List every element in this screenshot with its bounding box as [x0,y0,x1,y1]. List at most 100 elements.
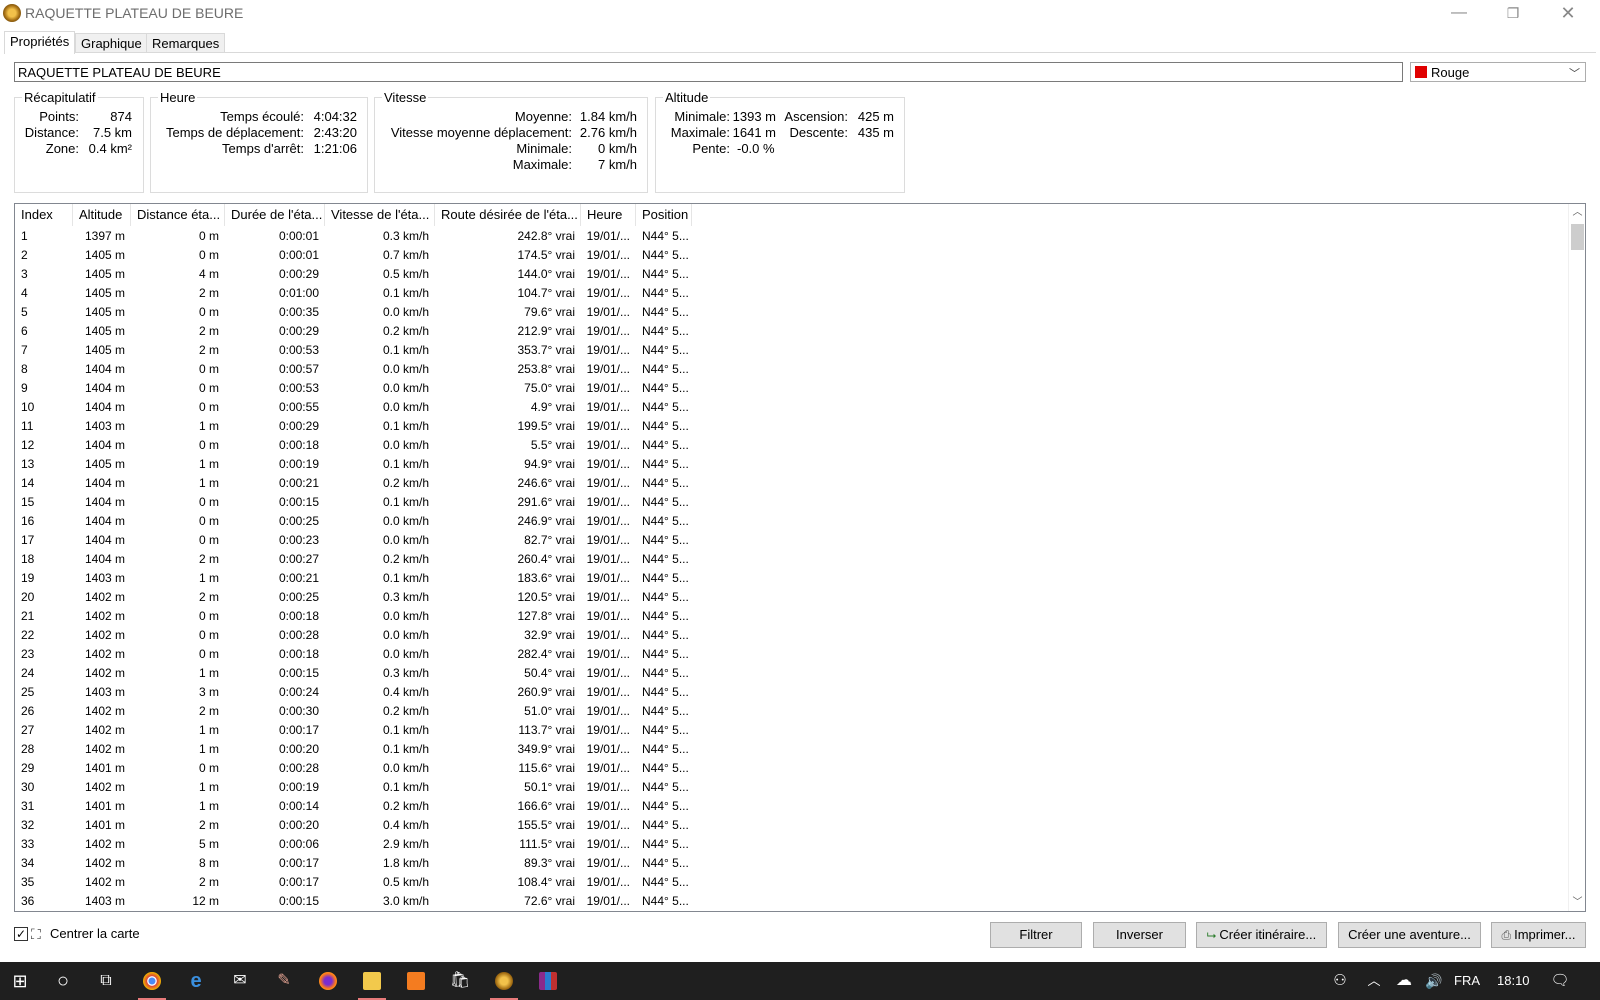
file-explorer-icon[interactable] [352,962,392,1000]
notification-icon[interactable]: 🗨 [1540,962,1580,1000]
table-row[interactable]: 24 1402 m 1 m 0:00:15 0.3 km/h 50.4° vrai 19/0… [15,664,1563,683]
tab-remarks[interactable]: Remarques [146,33,226,53]
scroll-thumb[interactable] [1571,224,1584,250]
filter-button[interactable]: Filtrer [990,922,1082,948]
windows-start-icon[interactable]: ⊞ [0,962,40,1000]
cell-duration: 0:00:01 [278,229,319,243]
cell-distance: 1 m [198,571,219,585]
color-select[interactable]: Rouge ﹀ [1410,62,1586,82]
taskbar: ⊞ ○ ⧉ e ✉ ✎ 🛍 ⚇ ︿ ☁ 🔊 FRA 18:10 🗨 [0,962,1600,1000]
table-row[interactable]: 10 1404 m 0 m 0:00:55 0.0 km/h 4.9° vrai 19/01… [15,398,1563,417]
cell-position: N44° 5... [642,666,689,680]
cell-index: 24 [21,666,35,680]
table-row[interactable]: 12 1404 m 0 m 0:00:18 0.0 km/h 5.5° vrai 19/01… [15,436,1563,455]
table-row[interactable]: 14 1404 m 1 m 0:00:21 0.2 km/h 246.6° vrai 19/… [15,474,1563,493]
scroll-down-icon[interactable]: ﹀ [1569,894,1585,911]
table-row[interactable]: 6 1405 m 2 m 0:00:29 0.2 km/h 212.9° vrai 19/0… [15,322,1563,341]
cortana-icon[interactable]: ○ [43,962,83,1000]
table-row[interactable]: 23 1402 m 0 m 0:00:18 0.0 km/h 282.4° vrai 19/… [15,645,1563,664]
cell-altitude: 1402 m [84,723,125,737]
basecamp-icon[interactable] [484,962,524,1000]
table-row[interactable]: 32 1401 m 2 m 0:00:20 0.4 km/h 155.5° vrai 19/… [15,816,1563,835]
table-row[interactable]: 5 1405 m 0 m 0:00:35 0.0 km/h 79.6° vrai 19/01… [15,303,1563,322]
table-row[interactable]: 19 1403 m 1 m 0:00:21 0.1 km/h 183.6° vrai 19/… [15,569,1563,588]
close-button[interactable]: ✕ [1545,0,1591,28]
invert-button[interactable]: Inverser [1093,922,1186,948]
table-row[interactable]: 34 1402 m 8 m 0:00:17 1.8 km/h 89.3° vrai 19/0… [15,854,1563,873]
clock[interactable]: 18:10 [1497,962,1530,1000]
column-header-speed[interactable]: Vitesse de l'éta... [325,204,435,226]
table-row[interactable]: 11 1403 m 1 m 0:00:29 0.1 km/h 199.5° vrai 19/… [15,417,1563,436]
cell-index: 28 [21,742,35,756]
store-icon[interactable]: 🛍 [440,962,480,1000]
cell-index: 33 [21,837,35,851]
minimize-button[interactable]: — [1436,0,1482,28]
center-map-checkbox[interactable]: ✓ [14,927,28,941]
cell-speed: 0.0 km/h [382,362,429,376]
paint-icon[interactable]: ✎ [264,962,304,1000]
table-row[interactable]: 21 1402 m 0 m 0:00:18 0.0 km/h 127.8° vrai 19/… [15,607,1563,626]
table-row[interactable]: 9 1404 m 0 m 0:00:53 0.0 km/h 75.0° vrai 19/01… [15,379,1563,398]
table-row[interactable]: 28 1402 m 1 m 0:00:20 0.1 km/h 349.9° vrai 19/… [15,740,1563,759]
cell-position: N44° 5... [642,381,689,395]
column-header-position[interactable]: Position [636,204,692,226]
language-indicator[interactable]: FRA [1454,962,1480,1000]
table-row[interactable]: 35 1402 m 2 m 0:00:17 0.5 km/h 108.4° vrai 19/… [15,873,1563,892]
vertical-scrollbar[interactable]: ︿ ﹀ [1568,204,1585,911]
cell-distance: 2 m [198,875,219,889]
chrome-icon[interactable] [132,962,172,1000]
cell-position: N44° 5... [642,704,689,718]
table-row[interactable]: 3 1405 m 4 m 0:00:29 0.5 km/h 144.0° vrai 19/0… [15,265,1563,284]
create-route-button[interactable]: ⮡ Créer itinéraire... [1196,922,1327,948]
column-header-time[interactable]: Heure [581,204,636,226]
table-row[interactable]: 8 1404 m 0 m 0:00:57 0.0 km/h 253.8° vrai 19/0… [15,360,1563,379]
print-button[interactable]: ⎙ Imprimer... [1491,922,1586,948]
cell-speed: 0.5 km/h [382,267,429,281]
scroll-up-icon[interactable]: ︿ [1569,204,1585,221]
column-header-duration[interactable]: Durée de l'éta... [225,204,325,226]
cell-duration: 0:00:27 [278,552,319,566]
table-row[interactable]: 16 1404 m 0 m 0:00:25 0.0 km/h 246.9° vrai 19/… [15,512,1563,531]
restore-button[interactable]: ❐ [1490,0,1536,28]
column-header-distance[interactable]: Distance éta... [131,204,225,226]
table-row[interactable]: 25 1403 m 3 m 0:00:24 0.4 km/h 260.9° vrai 19/… [15,683,1563,702]
table-row[interactable]: 17 1404 m 0 m 0:00:23 0.0 km/h 82.7° vrai 19/0… [15,531,1563,550]
table-row[interactable]: 30 1402 m 1 m 0:00:19 0.1 km/h 50.1° vrai 19/0… [15,778,1563,797]
table-row[interactable]: 1 1397 m 0 m 0:00:01 0.3 km/h 242.8° vrai 19/0… [15,227,1563,246]
table-row[interactable]: 4 1405 m 2 m 0:01:00 0.1 km/h 104.7° vrai 19/0… [15,284,1563,303]
edge-icon[interactable]: e [176,962,216,1000]
column-header-index[interactable]: Index [15,204,73,226]
firefox-icon[interactable] [308,962,348,1000]
cell-speed: 0.2 km/h [382,799,429,813]
tab-properties[interactable]: Propriétés [4,31,76,54]
cell-course: 75.0° vrai [524,381,575,395]
create-adventure-button[interactable]: Créer une aventure... [1338,922,1481,948]
table-row[interactable]: 22 1402 m 0 m 0:00:28 0.0 km/h 32.9° vrai 19/0… [15,626,1563,645]
cell-course: 108.4° vrai [517,875,576,889]
table-row[interactable]: 15 1404 m 0 m 0:00:15 0.1 km/h 291.6° vrai 19/… [15,493,1563,512]
table-row[interactable]: 26 1402 m 2 m 0:00:30 0.2 km/h 51.0° vrai 19/0… [15,702,1563,721]
table-row[interactable]: 13 1405 m 1 m 0:00:19 0.1 km/h 94.9° vrai 19/0… [15,455,1563,474]
cell-duration: 0:00:53 [278,381,319,395]
table-row[interactable]: 36 1403 m 12 m 0:00:15 3.0 km/h 72.6° vrai 19/… [15,892,1563,911]
column-header-course[interactable]: Route désirée de l'éta... [435,204,581,226]
table-row[interactable]: 7 1405 m 2 m 0:00:53 0.1 km/h 353.7° vrai 19/0… [15,341,1563,360]
table-row[interactable]: 33 1402 m 5 m 0:00:06 2.9 km/h 111.5° vrai 19/… [15,835,1563,854]
tab-graph[interactable]: Graphique [75,33,148,53]
mail-icon[interactable]: ✉ [220,962,260,1000]
track-points-table[interactable]: Index Altitude Distance éta... Durée de … [14,203,1586,912]
winrar-icon[interactable] [528,962,568,1000]
task-view-icon[interactable]: ⧉ [86,962,126,1000]
table-row[interactable]: 29 1401 m 0 m 0:00:28 0.0 km/h 115.6° vrai 19/… [15,759,1563,778]
table-row[interactable]: 20 1402 m 2 m 0:00:25 0.3 km/h 120.5° vrai 19/… [15,588,1563,607]
speed-title: Vitesse [382,90,429,105]
cell-course: 4.9° vrai [530,400,575,414]
table-row[interactable]: 18 1404 m 2 m 0:00:27 0.2 km/h 260.4° vrai 19/… [15,550,1563,569]
table-row[interactable]: 27 1402 m 1 m 0:00:17 0.1 km/h 113.7° vrai 19/… [15,721,1563,740]
table-row[interactable]: 31 1401 m 1 m 0:00:14 0.2 km/h 166.6° vrai 19/… [15,797,1563,816]
column-header-altitude[interactable]: Altitude [73,204,131,226]
volume-icon[interactable]: 🔊 [1414,962,1454,1000]
track-name-input[interactable] [14,62,1403,82]
app-orange-icon[interactable] [396,962,436,1000]
table-row[interactable]: 2 1405 m 0 m 0:00:01 0.7 km/h 174.5° vrai 19/0… [15,246,1563,265]
